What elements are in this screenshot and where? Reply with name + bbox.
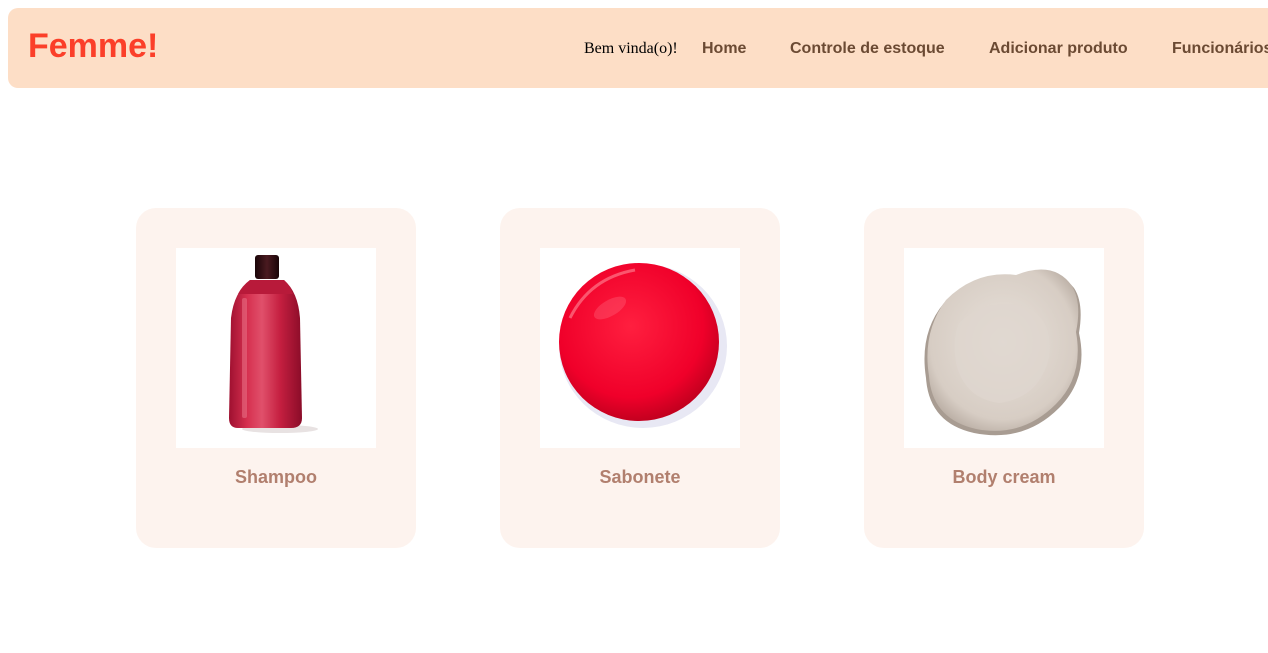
nav-link-home[interactable]: Home: [702, 39, 746, 59]
logo[interactable]: Femme!: [28, 26, 158, 66]
nav-link-stock-control[interactable]: Controle de estoque: [790, 39, 945, 59]
product-name: Body cream: [952, 467, 1056, 487]
body-cream-swatch-image: [904, 248, 1104, 448]
red-soap-image: [540, 248, 740, 448]
product-card-shampoo[interactable]: Shampoo: [136, 208, 416, 548]
welcome-text: Bem vinda(o)!: [584, 40, 678, 57]
shampoo-bottle-image: [176, 248, 376, 448]
product-name: Sabonete: [599, 467, 681, 487]
product-card-sabonete[interactable]: Sabonete: [500, 208, 780, 548]
nav-link-add-product[interactable]: Adicionar produto: [989, 39, 1128, 59]
nav-link-employees[interactable]: Funcionários: [1172, 39, 1268, 59]
navbar: Femme! Bem vinda(o)! Home Controle de es…: [8, 8, 1268, 88]
product-card-body-cream[interactable]: Body cream: [864, 208, 1144, 548]
product-name: Shampoo: [234, 467, 317, 487]
